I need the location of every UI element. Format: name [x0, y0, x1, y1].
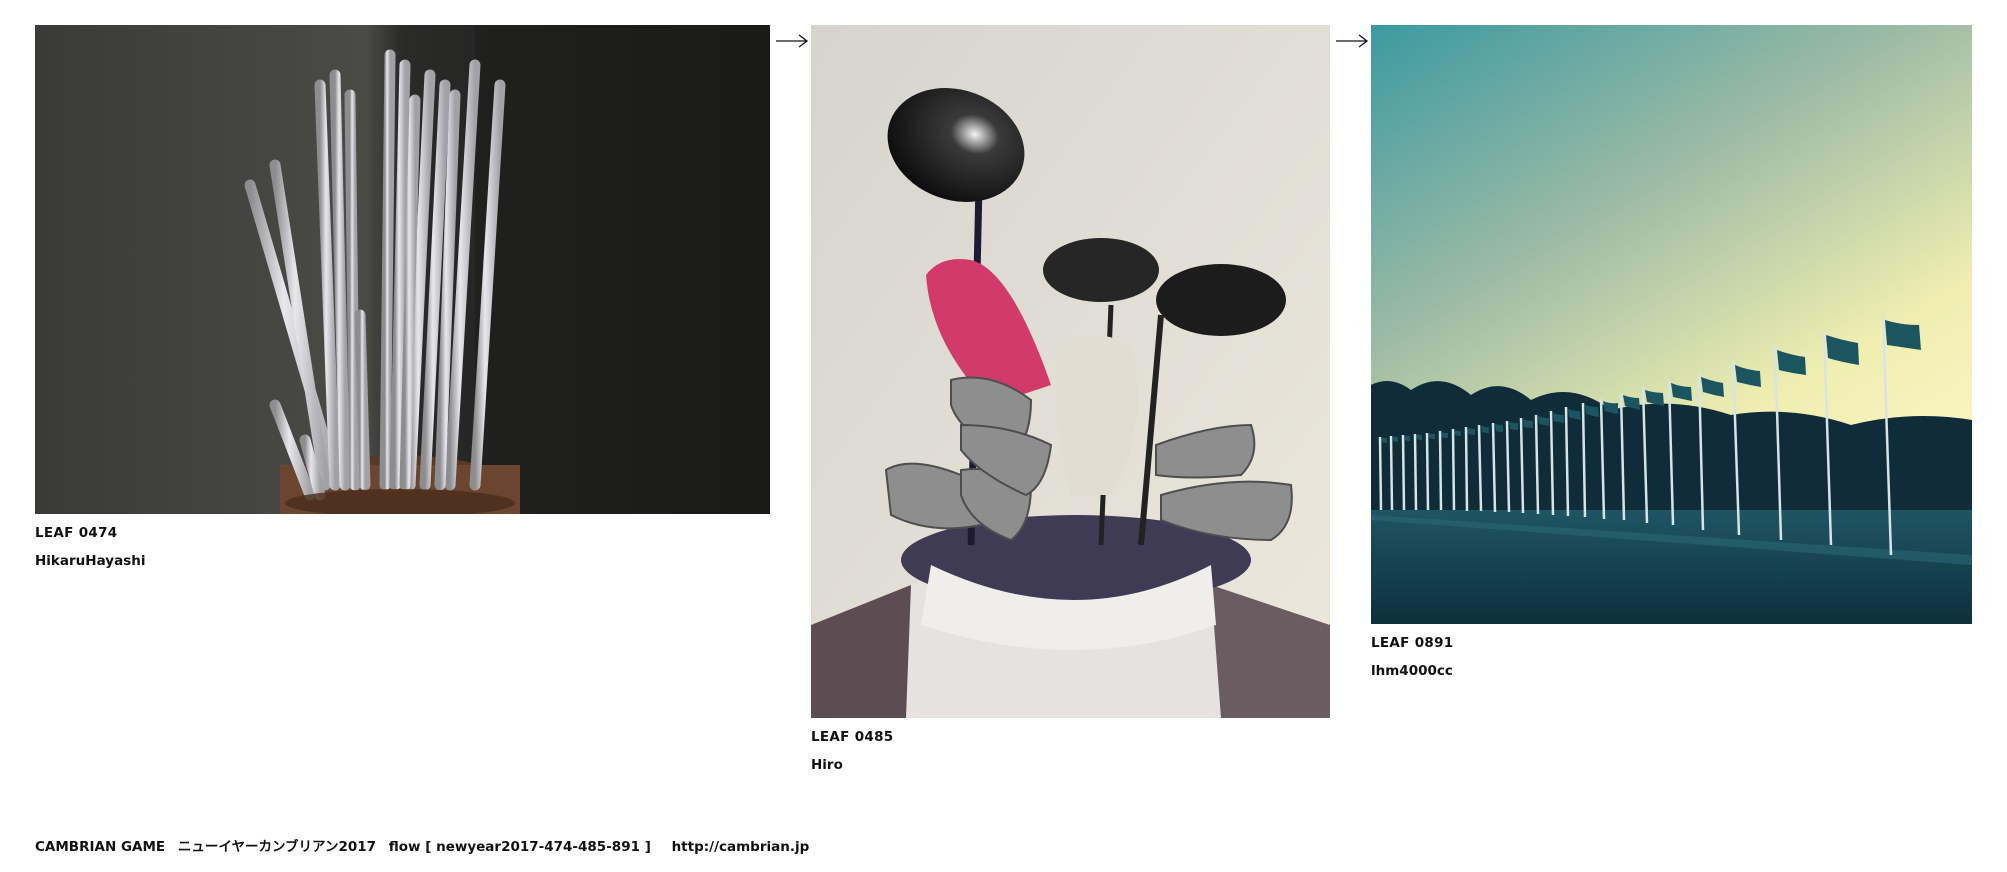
leaf-id[interactable]: LEAF 0891: [1371, 634, 1972, 652]
footer: CAMBRIAN GAME ニューイヤーカンブリアン2017 flow [ ne…: [35, 838, 817, 856]
leaf-author[interactable]: lhm4000cc: [1371, 662, 1972, 680]
leaf-card-0485: LEAF 0485 Hiro: [811, 25, 1330, 774]
leaf-photo-tubes[interactable]: [35, 25, 770, 514]
leaf-photo-golf[interactable]: [811, 25, 1330, 718]
leaf-author[interactable]: HikaruHayashi: [35, 552, 770, 570]
leaf-id[interactable]: LEAF 0474: [35, 524, 770, 542]
leaf-photo-flags[interactable]: [1371, 25, 1972, 624]
footer-site-link[interactable]: http://cambrian.jp: [672, 839, 810, 855]
right-arrow-icon: [1335, 33, 1369, 49]
footer-flow-id: flow [ newyear2017-474-485-891 ]: [388, 839, 651, 855]
leaf-author[interactable]: Hiro: [811, 756, 1330, 774]
footer-game-name[interactable]: CAMBRIAN GAME: [35, 839, 165, 855]
leaf-card-0474: LEAF 0474 HikaruHayashi: [35, 25, 770, 570]
flow-page: LEAF 0474 HikaruHayashi LEAF 0485 Hiro L…: [0, 0, 2007, 872]
leaf-card-0891: LEAF 0891 lhm4000cc: [1371, 25, 1972, 680]
footer-game-title[interactable]: ニューイヤーカンブリアン2017: [178, 839, 376, 855]
leaf-id[interactable]: LEAF 0485: [811, 728, 1330, 746]
right-arrow-icon: [775, 33, 809, 49]
